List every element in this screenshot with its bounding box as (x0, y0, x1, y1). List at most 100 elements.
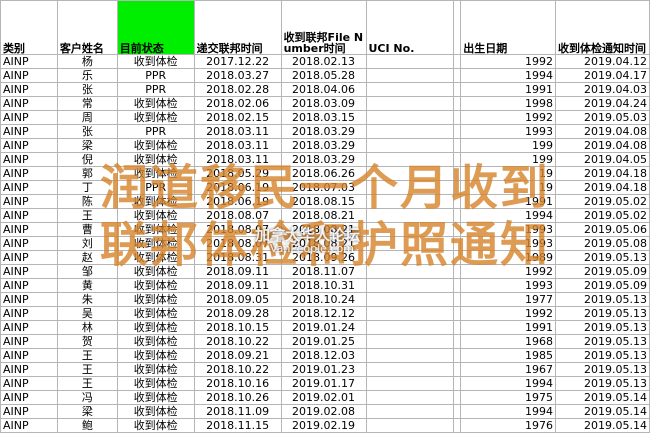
cell-category: AINP (0, 208, 58, 223)
cell-uci (365, 82, 455, 97)
cell-file-number-date: 2018.10.24 (280, 292, 367, 307)
cell-birth: 19 (460, 166, 557, 181)
cell-medical-date: 2019.04.18 (555, 166, 650, 181)
cell-uci (365, 320, 455, 335)
cell-uci (365, 180, 455, 195)
cell-file-number-date: 2019.01.24 (280, 320, 367, 335)
cell-birth: 1992 (460, 110, 557, 125)
cell-file-number-date: 2018.03.29 (280, 152, 367, 167)
cell-name: 王 (56, 348, 118, 363)
table-row: AINP 王收到体检 2018.09.21 2018.12.03 1985 2019.05… (0, 348, 650, 363)
cell-birth: 1993 (460, 124, 557, 139)
cell-medical-date: 2019.04.12 (555, 54, 650, 69)
cell-submit-date: 2018.10.22 (193, 362, 282, 377)
cell-birth: 1968 (460, 334, 557, 349)
cell-status: PPR (116, 68, 195, 83)
cell-blank (453, 404, 462, 419)
cell-name: 王 (56, 208, 118, 223)
table-row: AINP 周收到体检 2018.02.15 2018.03.15 1992 2019.05… (0, 110, 650, 125)
cell-submit-date: 2018.10.15 (193, 320, 282, 335)
cell-file-number-date: 2018.08.15 (280, 194, 367, 209)
cell-blank (453, 138, 462, 153)
cell-medical-date: 2019.04.18 (555, 180, 650, 195)
table-row: AINP 丁 PPR 2018.06.19 2018.07.03 19 2019.04.18 (0, 180, 650, 195)
cell-name: 杨 (56, 54, 118, 69)
cell-birth: 1992 (460, 264, 557, 279)
cell-birth: 1992 (460, 306, 557, 321)
cell-birth: 1967 (460, 362, 557, 377)
cell-blank (453, 306, 462, 321)
cell-category: AINP (0, 418, 58, 433)
cell-status: 收到体检 (116, 278, 195, 293)
watermark-en: VanPeople.com (270, 242, 354, 255)
cell-birth: 1991 (460, 194, 557, 209)
table-row: AINP 鲍收到体检 2018.11.15 2019.02.19 1976 2019.05… (0, 418, 650, 433)
cell-category: AINP (0, 180, 58, 195)
cell-uci (365, 250, 455, 265)
cell-medical-date: 2019.05.13 (555, 292, 650, 307)
cell-medical-date: 2019.05.13 (555, 306, 650, 321)
cell-file-number-date: 2018.11.07 (280, 264, 367, 279)
cell-submit-date: 2018.03.11 (193, 124, 282, 139)
cell-file-number-date: 2019.02.08 (280, 404, 367, 419)
cell-category: AINP (0, 362, 58, 377)
cell-name: 林 (56, 320, 118, 335)
cell-name: 张 (56, 82, 118, 97)
cell-uci (365, 334, 455, 349)
cell-blank (453, 320, 462, 335)
header-file-number-date: 收到联邦File Number时间 (280, 0, 367, 55)
cell-medical-date: 2019.05.14 (555, 418, 650, 433)
cell-birth: 1985 (460, 348, 557, 363)
cell-category: AINP (0, 194, 58, 209)
cell-blank (453, 348, 462, 363)
cell-category: AINP (0, 264, 58, 279)
cell-file-number-date: 2018.05.28 (280, 68, 367, 83)
cell-medical-date: 2019.05.13 (555, 250, 650, 265)
cell-name: 乐 (56, 68, 118, 83)
cell-medical-date: 2019.05.13 (555, 334, 650, 349)
cell-medical-date: 2019.05.08 (555, 236, 650, 251)
cell-medical-date: 2019.04.17 (555, 68, 650, 83)
cell-name: 邹 (56, 264, 118, 279)
cell-uci (365, 152, 455, 167)
header-blank (453, 0, 462, 55)
cell-category: AINP (0, 166, 58, 181)
cell-uci (365, 264, 455, 279)
cell-name: 梁 (56, 404, 118, 419)
cell-medical-date: 2019.05.13 (555, 362, 650, 377)
cell-medical-date: 2019.05.06 (555, 222, 650, 237)
cell-file-number-date: 2018.12.12 (280, 306, 367, 321)
cell-uci (365, 348, 455, 363)
cell-status: PPR (116, 124, 195, 139)
cell-status: 收到体检 (116, 166, 195, 181)
cell-submit-date: 2018.09.11 (193, 264, 282, 279)
cell-category: AINP (0, 320, 58, 335)
cell-name: 倪 (56, 152, 118, 167)
table-row: AINP 郭收到体检 2018.05.29 2018.06.26 19 2019.04.1… (0, 166, 650, 181)
cell-category: AINP (0, 292, 58, 307)
cell-blank (453, 292, 462, 307)
cell-status: 收到体检 (116, 264, 195, 279)
cell-uci (365, 278, 455, 293)
cell-birth: 1994 (460, 376, 557, 391)
cell-uci (365, 124, 455, 139)
cell-submit-date: 2018.02.06 (193, 96, 282, 111)
cell-category: AINP (0, 110, 58, 125)
cell-submit-date: 2018.09.28 (193, 306, 282, 321)
cell-name: 王 (56, 376, 118, 391)
cell-name: 吴 (56, 306, 118, 321)
cell-name: 贺 (56, 334, 118, 349)
cell-file-number-date: 2018.07.03 (280, 180, 367, 195)
cell-birth: 1994 (460, 208, 557, 223)
cell-submit-date: 2018.08.31 (193, 250, 282, 265)
cell-status: 收到体检 (116, 54, 195, 69)
header-status: 目前状态 (116, 0, 195, 55)
cell-category: AINP (0, 96, 58, 111)
cell-blank (453, 208, 462, 223)
cell-file-number-date: 2018.08.21 (280, 208, 367, 223)
cell-blank (453, 418, 462, 433)
cell-name: 梁 (56, 138, 118, 153)
cell-status: 收到体检 (116, 306, 195, 321)
cell-birth: 1977 (460, 292, 557, 307)
cell-name: 丁 (56, 180, 118, 195)
